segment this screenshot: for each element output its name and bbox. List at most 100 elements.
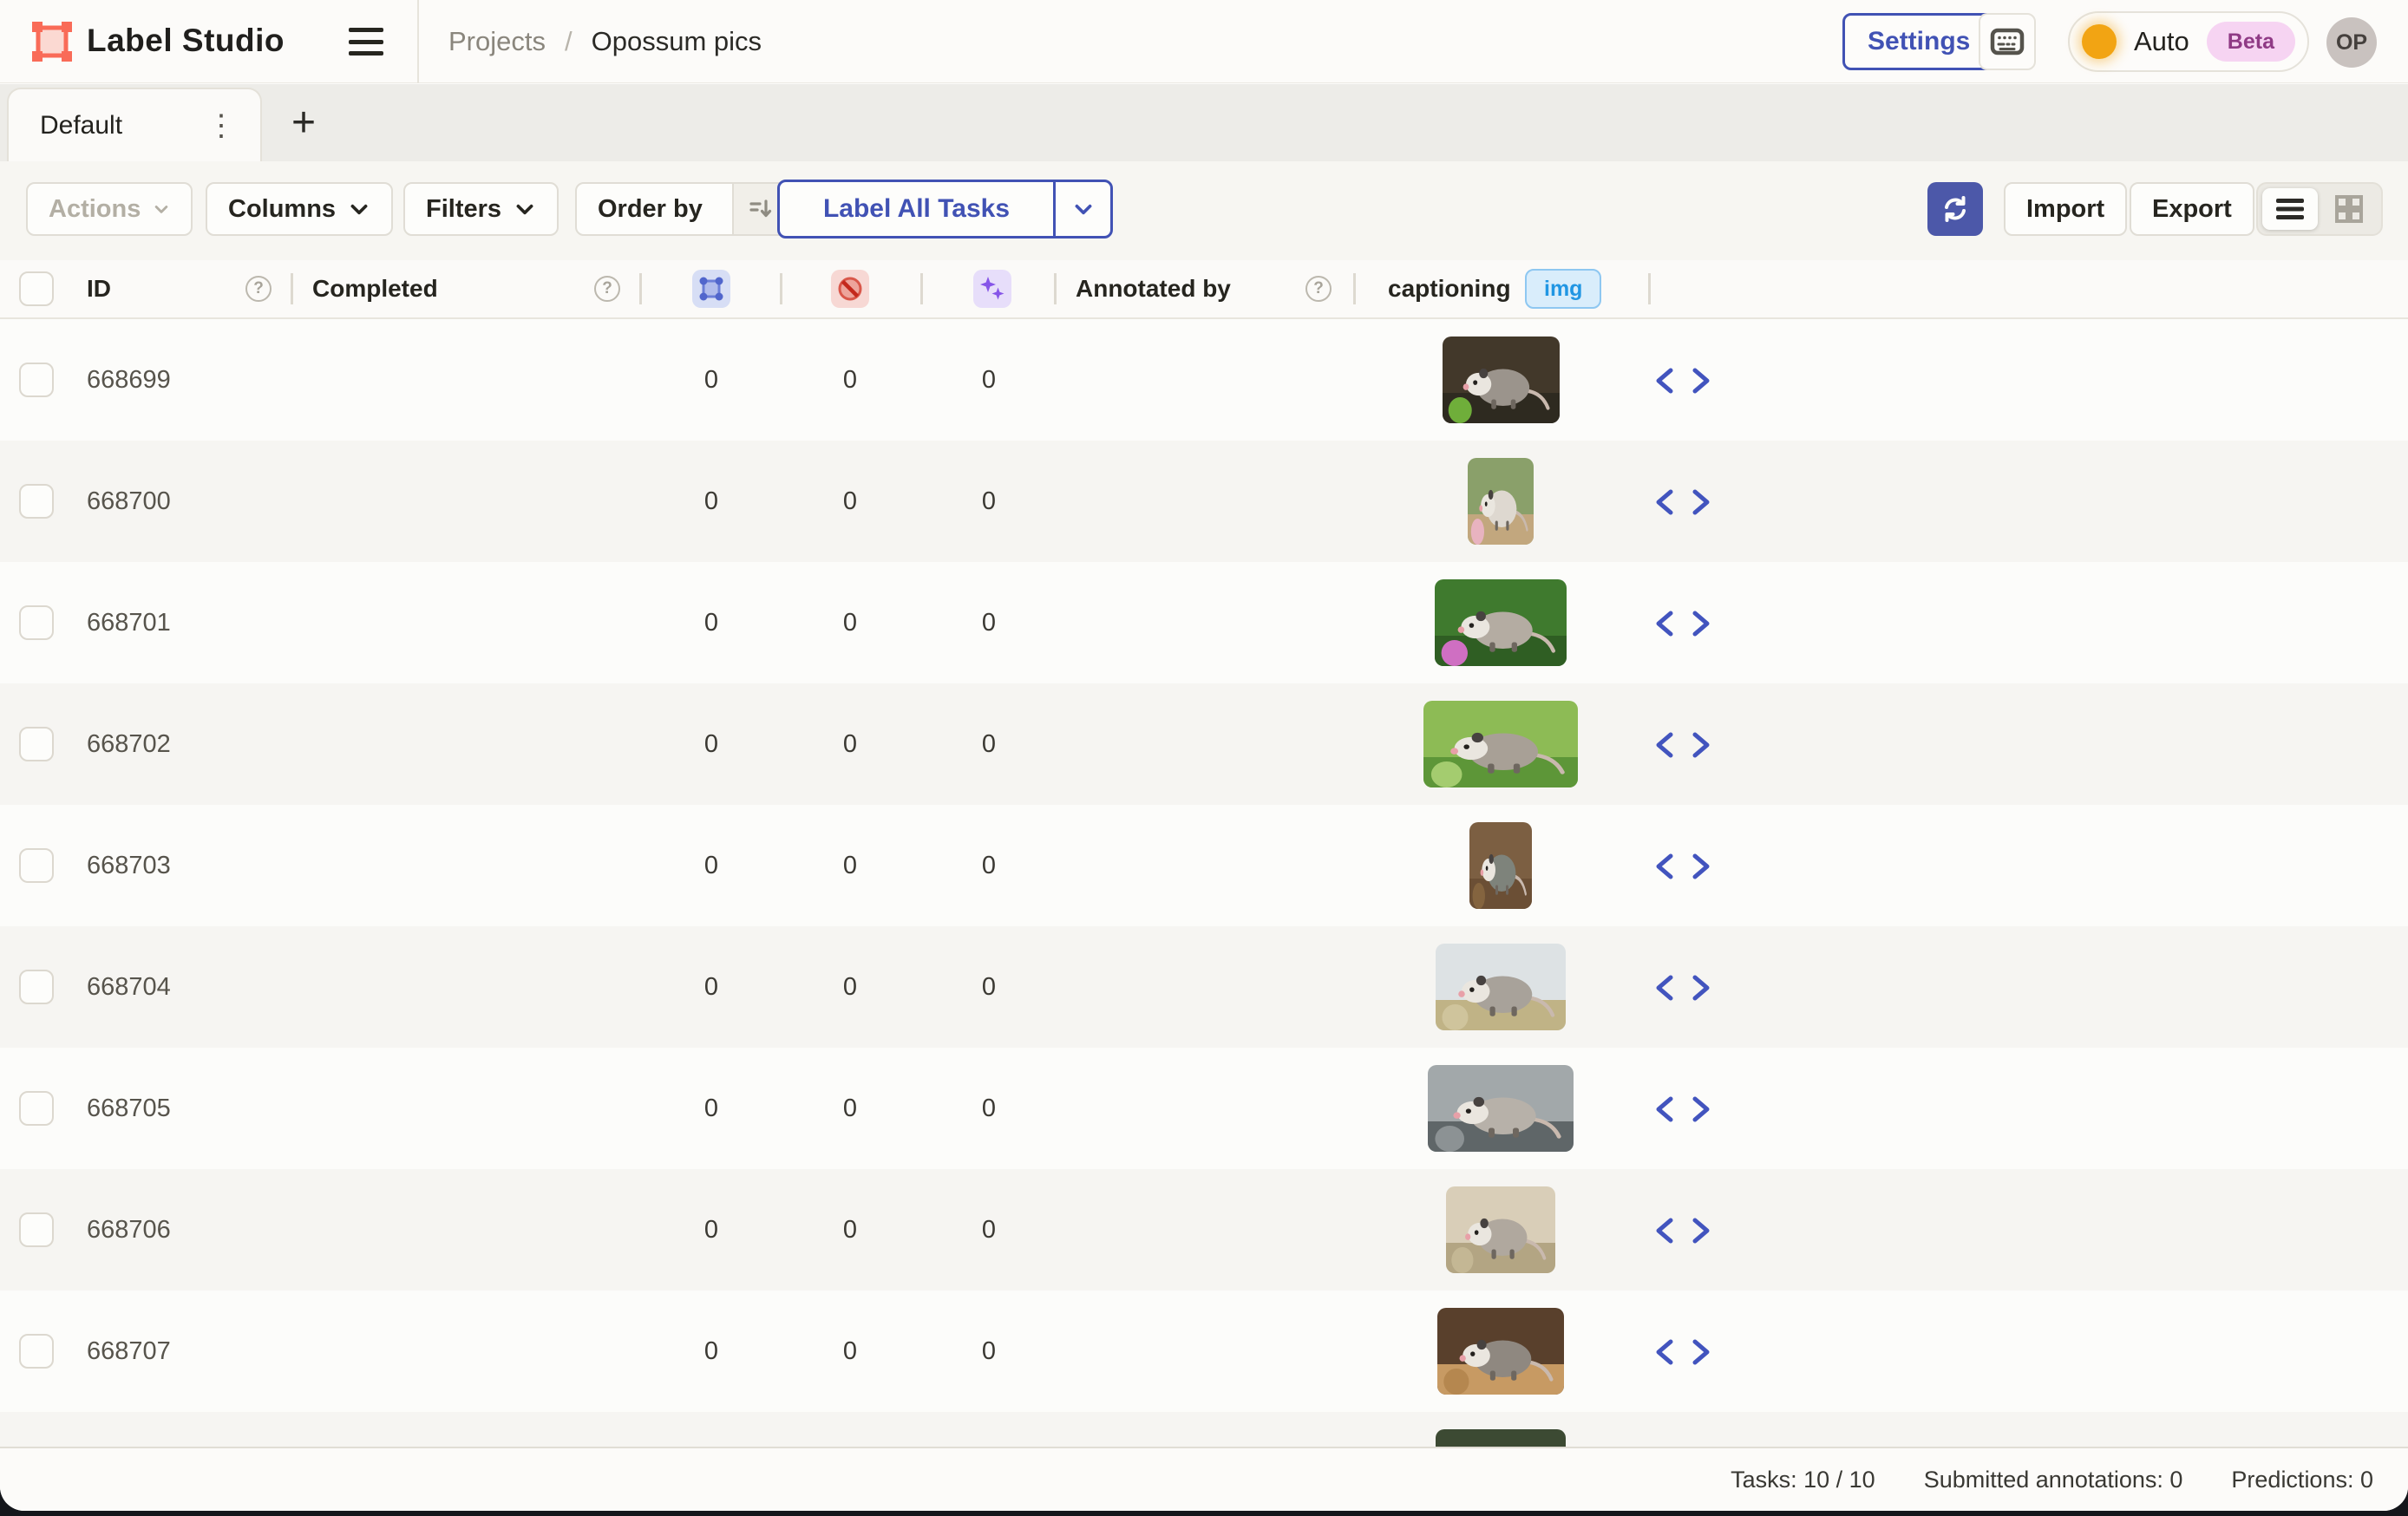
view-mode-toggle (2256, 182, 2383, 236)
help-icon[interactable]: ? (245, 276, 272, 302)
cancelled-count: 0 (824, 562, 876, 683)
task-id: 668699 (87, 319, 171, 441)
task-thumbnail[interactable] (1469, 822, 1532, 909)
column-header-annotated-by[interactable]: Annotated by (1076, 260, 1231, 317)
column-resize-handle[interactable] (1054, 273, 1057, 304)
chevron-down-icon (153, 200, 170, 218)
predictions-count: 0 (963, 319, 1015, 441)
beta-badge: Beta (2207, 22, 2295, 62)
order-by-button[interactable]: Order by (575, 182, 788, 236)
column-header-annotations-icon[interactable] (692, 270, 730, 308)
column-resize-handle[interactable] (1353, 273, 1356, 304)
auto-mode-toggle[interactable]: Auto Beta (2068, 11, 2309, 72)
task-thumbnail[interactable] (1435, 579, 1567, 666)
task-id: 668706 (87, 1169, 171, 1291)
predictions-count: 0 (963, 926, 1015, 1048)
annotations-count: 0 (685, 926, 737, 1048)
view-tabs: Default ⋮ + (0, 84, 2408, 161)
column-resize-handle[interactable] (291, 273, 293, 304)
column-resize-handle[interactable] (639, 273, 642, 304)
task-thumbnail[interactable] (1428, 1065, 1574, 1152)
task-source-icon[interactable] (1650, 973, 1716, 1003)
label-all-tasks-split-button: Label All Tasks (777, 180, 1113, 239)
task-id: 668700 (87, 441, 171, 562)
status-bar: Tasks: 10 / 10 Submitted annotations: 0 … (0, 1447, 2408, 1511)
breadcrumb-projects[interactable]: Projects (448, 26, 546, 57)
predictions-count: 0 (963, 562, 1015, 683)
column-header-completed[interactable]: Completed (312, 260, 438, 317)
columns-dropdown[interactable]: Columns (206, 182, 393, 236)
cancelled-count: 0 (824, 441, 876, 562)
predictions-count: 0 (963, 805, 1015, 926)
task-thumbnail[interactable] (1446, 1186, 1555, 1273)
add-tab-button[interactable]: + (279, 98, 328, 147)
grid-view-icon (2334, 194, 2364, 224)
list-view-icon (2274, 196, 2306, 222)
cancelled-count: 0 (824, 683, 876, 805)
table-row: 668707 0 0 0 (0, 1291, 2408, 1412)
row-checkbox[interactable] (19, 727, 54, 761)
row-checkbox[interactable] (19, 970, 54, 1004)
filters-dropdown[interactable]: Filters (403, 182, 559, 236)
hamburger-menu-icon[interactable] (347, 24, 385, 59)
label-studio-app: Label Studio Projects / Opossum pics Set… (0, 0, 2408, 1511)
table-row: 668700 0 0 0 (0, 441, 2408, 562)
cancelled-count: 0 (824, 926, 876, 1048)
list-view-button[interactable] (2262, 188, 2318, 230)
column-resize-handle[interactable] (920, 273, 923, 304)
task-thumbnail[interactable] (1423, 701, 1578, 787)
task-source-icon[interactable] (1650, 1337, 1716, 1367)
label-all-tasks-button[interactable]: Label All Tasks (780, 182, 1053, 236)
task-id: 668703 (87, 805, 171, 926)
row-checkbox[interactable] (19, 1334, 54, 1369)
task-thumbnail[interactable] (1437, 1308, 1564, 1395)
refresh-button[interactable] (1927, 182, 1983, 236)
top-bar: Label Studio Projects / Opossum pics Set… (0, 0, 2408, 83)
row-checkbox[interactable] (19, 363, 54, 397)
label-studio-logo-icon[interactable] (31, 21, 73, 62)
auto-status-dot-icon (2082, 24, 2117, 59)
help-icon[interactable]: ? (594, 276, 620, 302)
label-all-tasks-caret[interactable] (1053, 182, 1110, 236)
task-source-icon[interactable] (1650, 852, 1716, 881)
task-thumbnail[interactable] (1443, 337, 1560, 423)
settings-button[interactable]: Settings (1842, 13, 1995, 70)
column-header-captioning[interactable]: captioning (1388, 260, 1511, 317)
column-header-id[interactable]: ID (87, 260, 111, 317)
row-checkbox[interactable] (19, 1091, 54, 1126)
import-button[interactable]: Import (2004, 182, 2127, 236)
task-source-icon[interactable] (1650, 366, 1716, 395)
grid-view-button[interactable] (2321, 188, 2377, 230)
chevron-down-icon (1072, 198, 1095, 220)
column-resize-handle[interactable] (780, 273, 782, 304)
task-thumbnail[interactable] (1468, 458, 1534, 545)
select-all-checkbox[interactable] (19, 271, 54, 306)
predictions-count: 0 (963, 441, 1015, 562)
export-button[interactable]: Export (2130, 182, 2254, 236)
column-header-cancelled-icon[interactable] (831, 270, 869, 308)
task-thumbnail[interactable] (1436, 944, 1566, 1030)
img-type-badge[interactable]: img (1525, 269, 1601, 309)
tab-default[interactable]: Default ⋮ (7, 88, 262, 161)
task-source-icon[interactable] (1650, 609, 1716, 638)
annotations-count: 0 (685, 1169, 737, 1291)
actions-dropdown[interactable]: Actions (26, 182, 193, 236)
column-header-predictions-icon[interactable] (973, 270, 1011, 308)
annotations-count: 0 (685, 805, 737, 926)
tab-options-kebab-icon[interactable]: ⋮ (206, 111, 236, 140)
keyboard-shortcuts-button[interactable] (1979, 13, 2036, 70)
row-checkbox[interactable] (19, 1212, 54, 1247)
help-icon[interactable]: ? (1305, 276, 1332, 302)
row-checkbox[interactable] (19, 484, 54, 519)
row-checkbox[interactable] (19, 605, 54, 640)
row-checkbox[interactable] (19, 848, 54, 883)
column-resize-handle[interactable] (1648, 273, 1651, 304)
table-row: 668701 0 0 0 (0, 562, 2408, 683)
task-source-icon[interactable] (1650, 1095, 1716, 1124)
annotations-count: 0 (685, 1291, 737, 1412)
user-avatar[interactable]: OP (2326, 17, 2377, 68)
task-source-icon[interactable] (1650, 730, 1716, 760)
breadcrumb: Projects / Opossum pics (448, 0, 762, 83)
task-source-icon[interactable] (1650, 1216, 1716, 1245)
task-source-icon[interactable] (1650, 487, 1716, 517)
